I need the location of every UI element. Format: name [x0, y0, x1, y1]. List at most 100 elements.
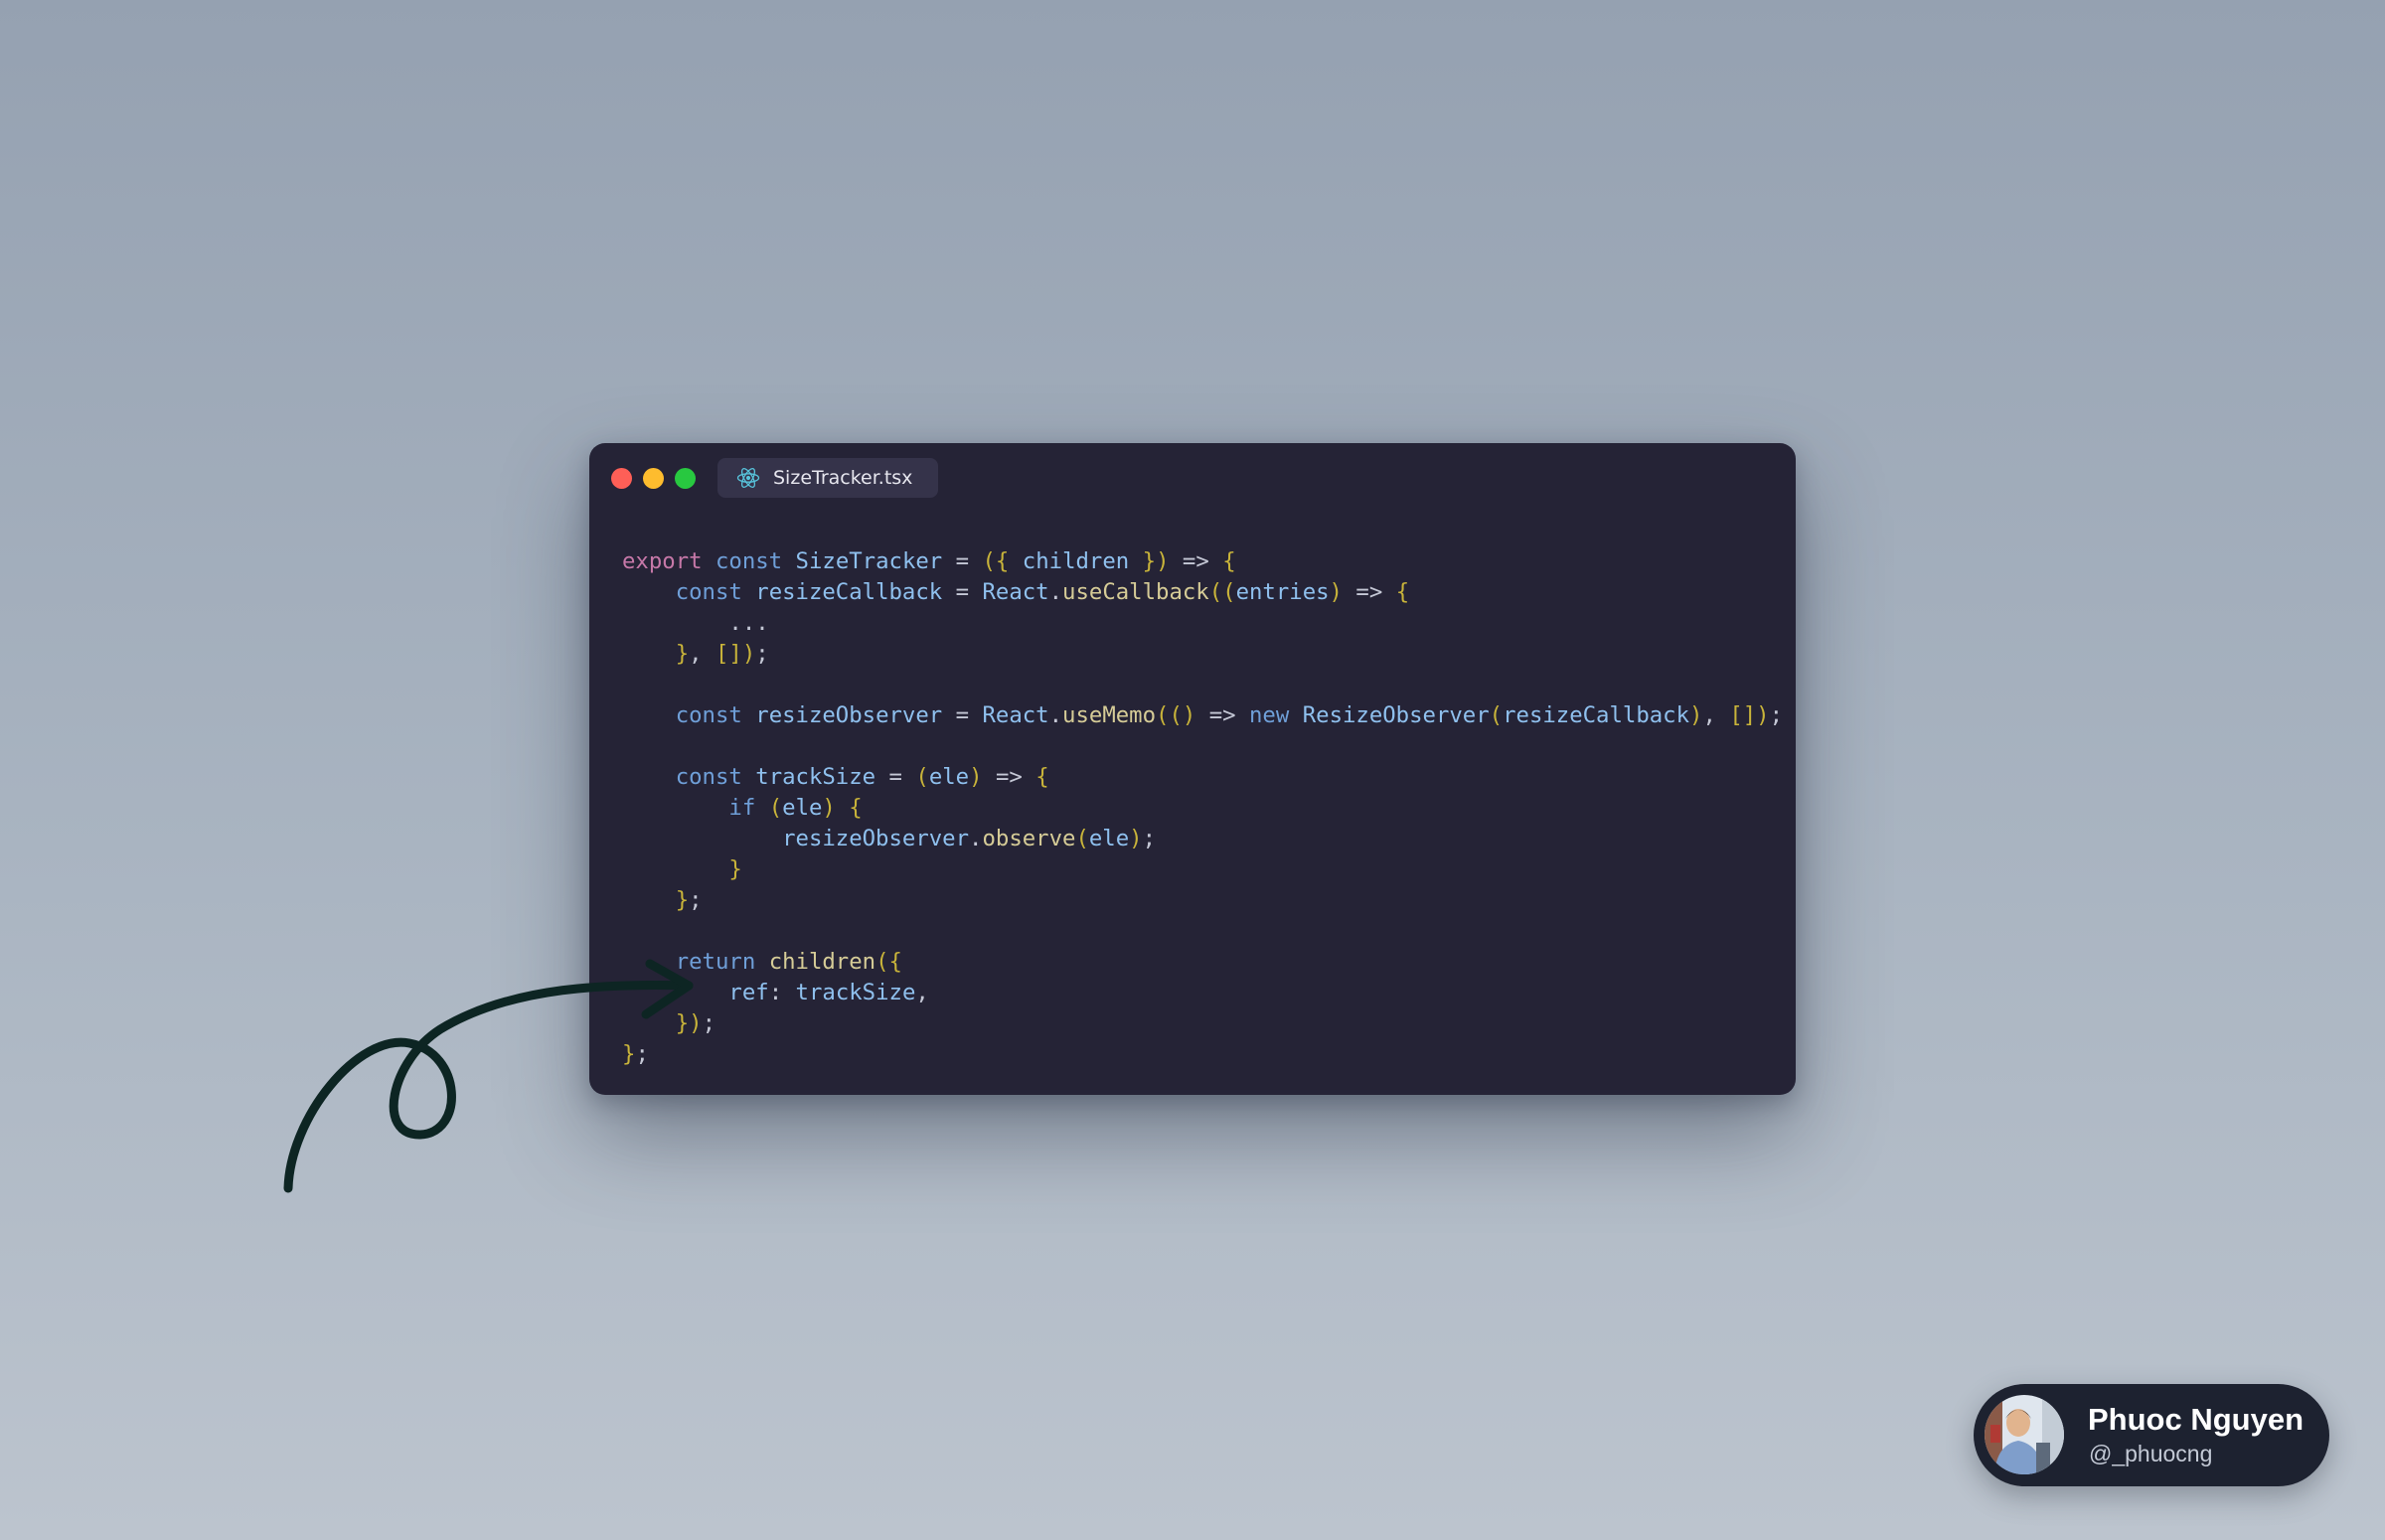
code-token: return — [675, 949, 756, 975]
code-token: React — [982, 702, 1049, 728]
code-token: }) — [675, 1010, 703, 1036]
code-token: , — [1702, 702, 1730, 728]
code-token: entries — [1235, 579, 1330, 605]
code-block: export const SizeTracker = ({ children }… — [622, 546, 1783, 1070]
author-handle: @_phuocng — [2089, 1441, 2213, 1466]
code-token: React — [982, 579, 1049, 605]
code-token: ele — [1088, 826, 1130, 851]
code-token: children — [768, 949, 876, 975]
code-token: ele — [928, 764, 970, 790]
code-line: if (ele) { — [622, 793, 1783, 824]
code-token: ; — [1142, 826, 1157, 851]
code-token: . — [1048, 579, 1063, 605]
code-token: trackSize — [755, 764, 876, 790]
code-token: children — [1022, 548, 1130, 574]
code-token: = — [942, 548, 983, 574]
code-token: { — [849, 795, 863, 821]
code-token: ( — [915, 764, 929, 790]
code-token: SizeTracker — [795, 548, 943, 574]
code-token: { — [1395, 579, 1410, 605]
code-token: , — [915, 980, 929, 1005]
file-tab[interactable]: SizeTracker.tsx — [717, 458, 938, 498]
code-token: => — [1342, 579, 1396, 605]
code-token: . — [1048, 702, 1063, 728]
avatar — [1985, 1395, 2064, 1474]
window-titlebar: SizeTracker.tsx — [589, 443, 1796, 513]
close-window-button[interactable] — [611, 468, 632, 489]
code-token: ; — [755, 641, 769, 667]
maximize-window-button[interactable] — [675, 468, 696, 489]
code-line: const resizeObserver = React.useMemo(() … — [622, 700, 1783, 731]
code-token: trackSize — [795, 980, 916, 1005]
code-token: ) — [1329, 579, 1343, 605]
code-token: : — [768, 980, 796, 1005]
code-token: ResizeObserver — [1302, 702, 1490, 728]
code-line: }); — [622, 1008, 1783, 1039]
code-token: , — [689, 641, 716, 667]
code-token: = — [942, 702, 983, 728]
code-token: } — [728, 856, 742, 882]
code-line: const trackSize = (ele) => { — [622, 762, 1783, 793]
author-name: Phuoc Nguyen — [2088, 1402, 2305, 1437]
code-line: export const SizeTracker = ({ children }… — [622, 546, 1783, 577]
code-token: if — [728, 795, 756, 821]
code-token: ref — [728, 980, 769, 1005]
code-token: { — [1222, 548, 1236, 574]
code-token: => — [1169, 548, 1223, 574]
code-token: = — [875, 764, 916, 790]
code-token: (() — [1156, 702, 1196, 728]
code-token: } — [622, 1041, 636, 1067]
code-token: => — [982, 764, 1036, 790]
code-token: ; — [1769, 702, 1784, 728]
code-token: useMemo — [1062, 702, 1157, 728]
code-token: useCallback — [1062, 579, 1209, 605]
code-token: const — [715, 548, 783, 574]
code-token: { — [1035, 764, 1049, 790]
react-icon — [736, 468, 760, 488]
code-line: ref: trackSize, — [622, 978, 1783, 1008]
author-card[interactable]: Phuoc Nguyen @_phuocng — [1974, 1384, 2329, 1486]
code-token: ( — [1489, 702, 1504, 728]
code-token: export — [622, 548, 703, 574]
code-token: const — [675, 702, 742, 728]
code-token: (( — [1208, 579, 1236, 605]
code-line: }; — [622, 1039, 1783, 1070]
minimize-window-button[interactable] — [643, 468, 664, 489]
code-token: } — [675, 887, 690, 913]
code-window: SizeTracker.tsx export const SizeTracker… — [589, 443, 1796, 1095]
code-token: const — [675, 764, 742, 790]
code-line: resizeObserver.observe(ele); — [622, 824, 1783, 854]
code-token: ; — [702, 1010, 716, 1036]
code-token: new — [1249, 702, 1290, 728]
code-token: resizeObserver — [782, 826, 970, 851]
code-token: []) — [716, 641, 756, 667]
code-token: ) — [1689, 702, 1703, 728]
code-token: []) — [1729, 702, 1770, 728]
tab-filename: SizeTracker.tsx — [773, 467, 913, 489]
code-token: ( — [1075, 826, 1089, 851]
code-token: ({ — [982, 548, 1010, 574]
code-token: resizeCallback — [755, 579, 943, 605]
code-token: => — [1195, 702, 1249, 728]
code-line: } — [622, 854, 1783, 885]
code-token: ; — [635, 1041, 649, 1067]
